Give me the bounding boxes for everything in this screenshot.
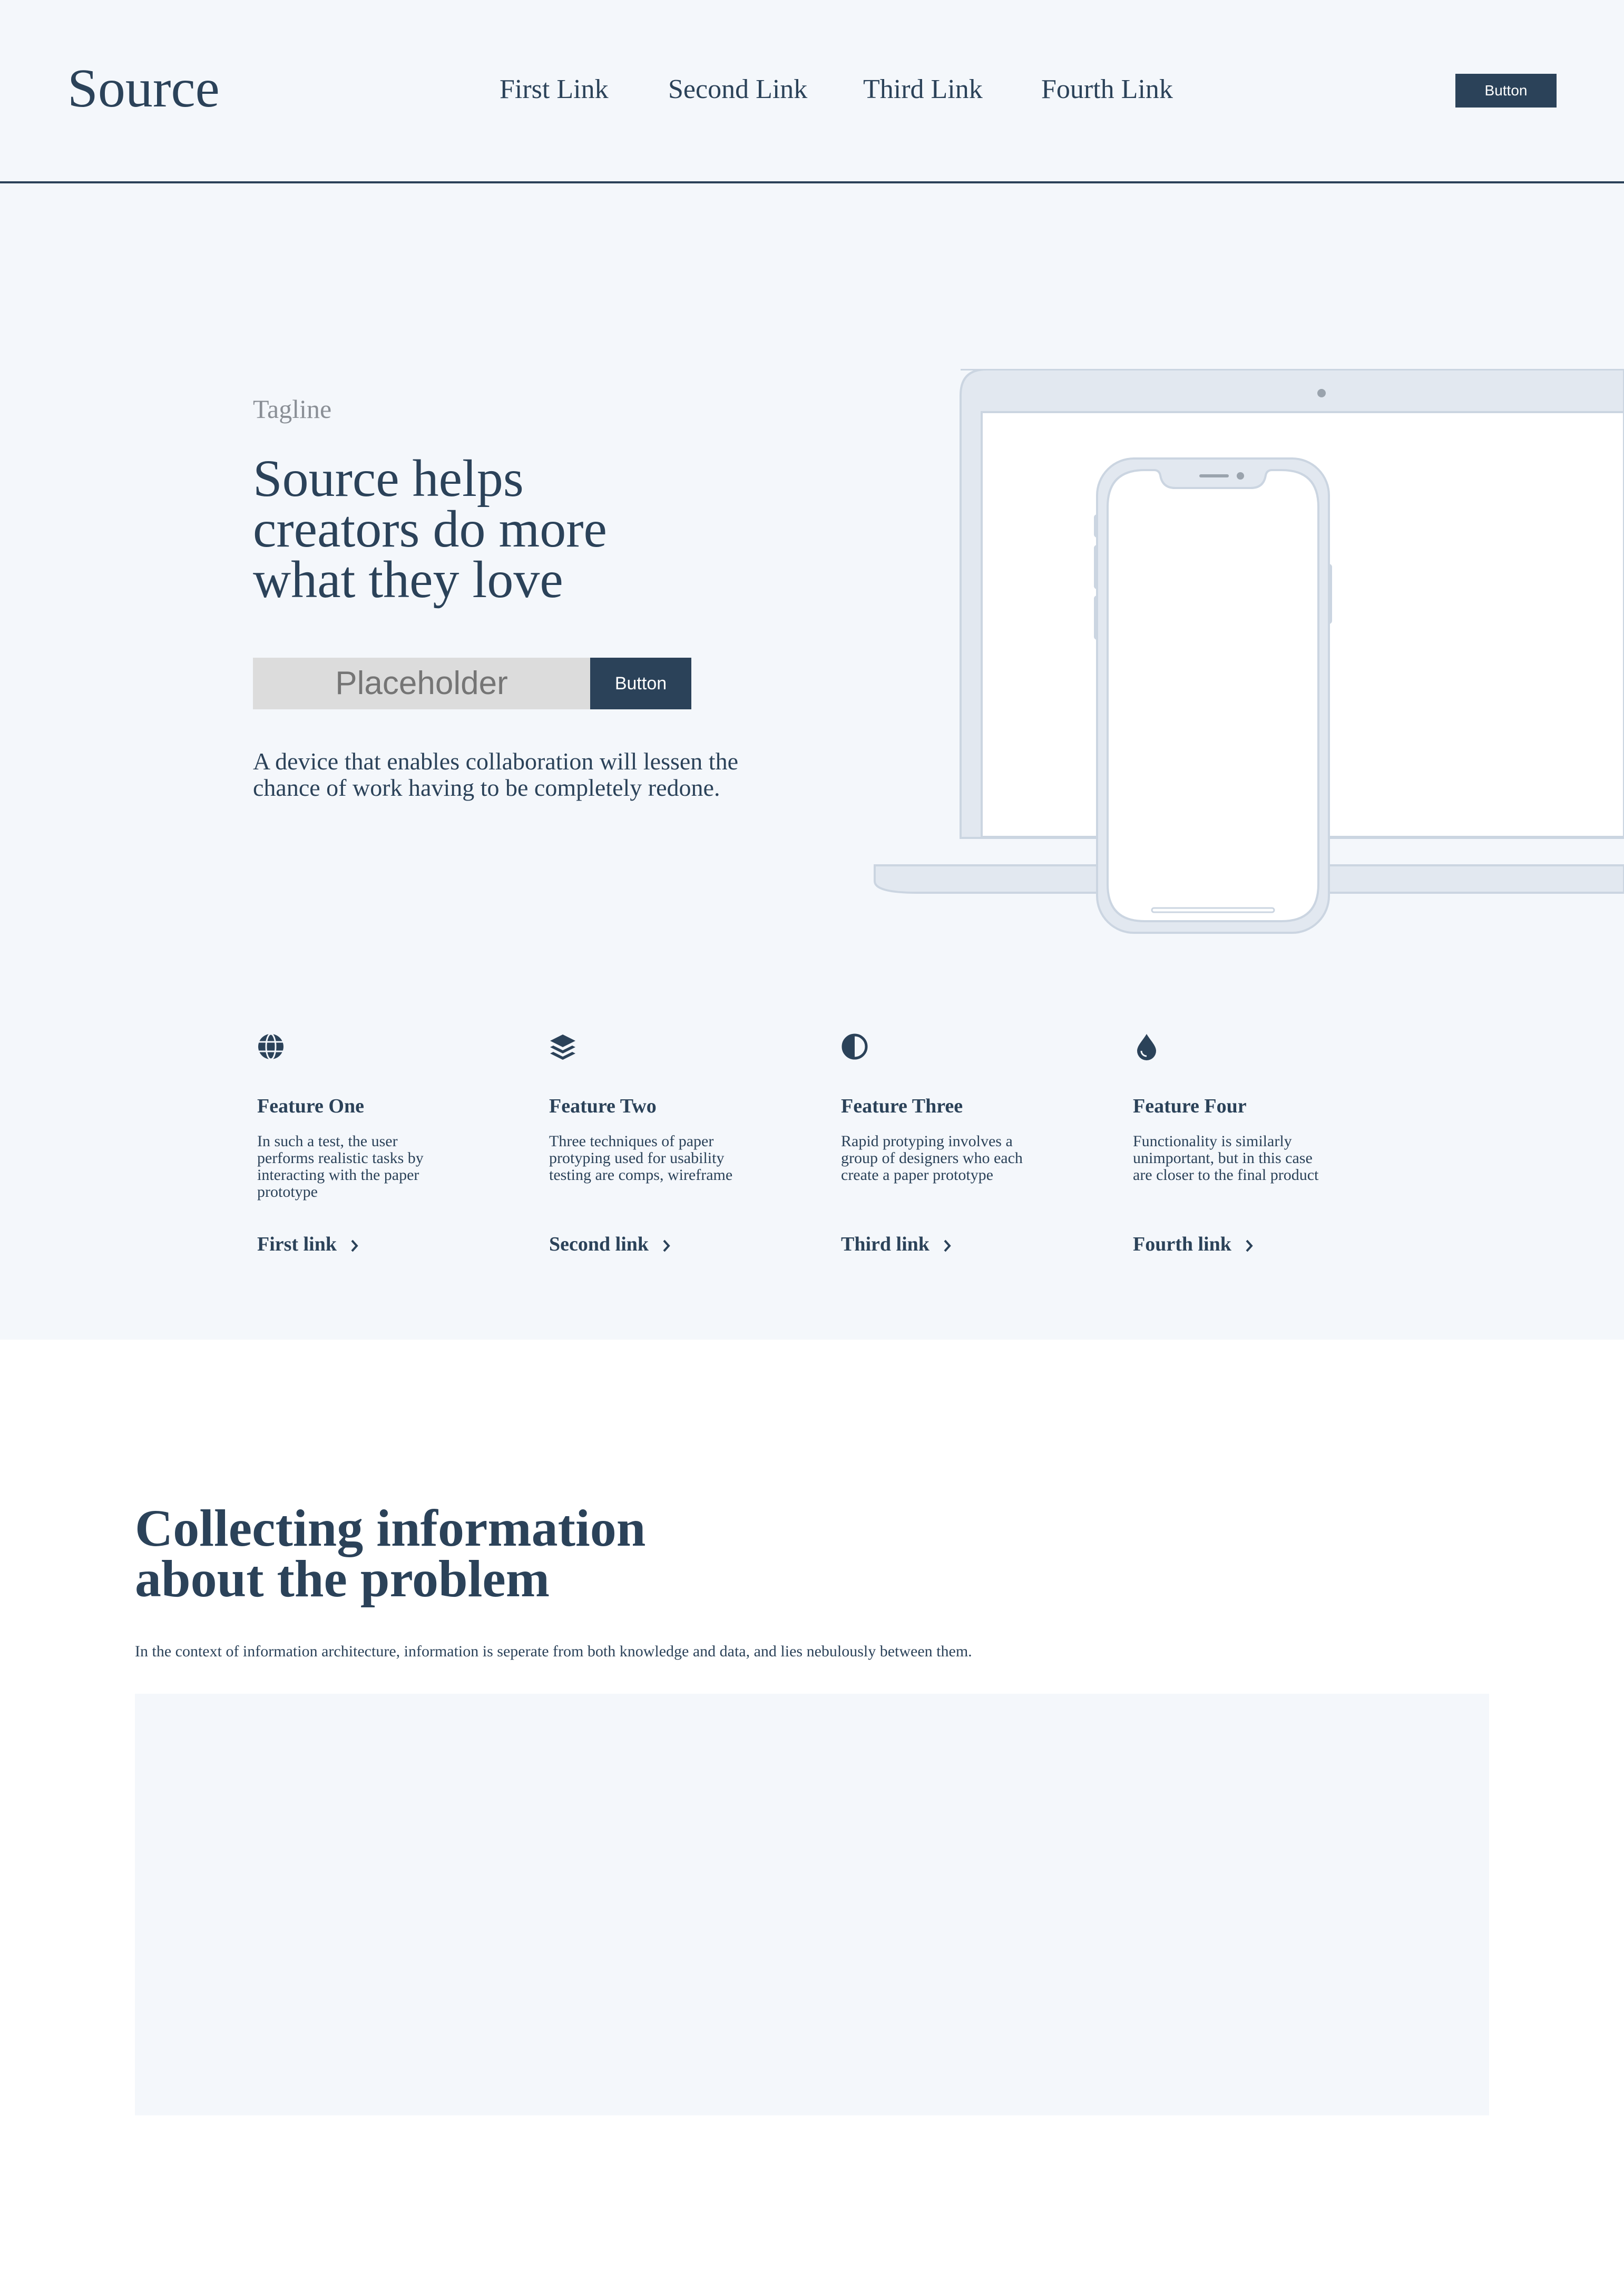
feature-description-line: are closer to the final product <box>1133 1166 1319 1184</box>
hero-title-line: creators do more <box>253 500 607 558</box>
feature-card: Feature Four Functionality is similarly … <box>1133 1033 1365 1255</box>
site-header: Source First Link Second Link Third Link… <box>0 0 1624 183</box>
feature-card: Feature Three Rapid protyping involves a… <box>841 1033 1073 1255</box>
chevron-right-icon <box>351 1239 358 1252</box>
section-title-line: Collecting information <box>135 1499 646 1557</box>
feature-description-line: Functionality is similarly <box>1133 1133 1292 1150</box>
image-placeholder <box>135 1694 1489 2115</box>
feature-description: Rapid protyping involves a group of desi… <box>841 1133 1073 1184</box>
feature-card: Feature One In such a test, the user per… <box>257 1033 489 1255</box>
droplet-icon <box>1137 1034 1156 1060</box>
chevron-right-icon <box>663 1239 670 1252</box>
feature-description-line: group of designers who each <box>841 1149 1023 1167</box>
feature-link-fourth[interactable]: Fourth link <box>1133 1232 1254 1256</box>
chevron-right-icon <box>944 1239 951 1252</box>
section-text: In the context of information architectu… <box>135 1643 972 1660</box>
feature-description-line: protyping used for usability <box>549 1149 725 1167</box>
feature-description-line: performs realistic tasks by <box>257 1149 424 1167</box>
feature-description-line: Three techniques of paper <box>549 1133 714 1150</box>
feature-title: Feature One <box>257 1095 364 1117</box>
hero-title-line: Source helps <box>253 449 524 507</box>
nav-link-third[interactable]: Third Link <box>863 73 983 106</box>
hero-description-line: chance of work having to be completely r… <box>253 774 720 801</box>
hero-submit-button[interactable]: Button <box>590 658 691 709</box>
nav-link-second[interactable]: Second Link <box>668 73 807 106</box>
devices-illustration <box>874 369 1624 934</box>
section-title-line: about the problem <box>135 1549 550 1608</box>
feature-description-line: Rapid protyping involves a <box>841 1133 1013 1150</box>
feature-link-label: First link <box>257 1233 337 1255</box>
feature-description: Three techniques of paper protyping used… <box>549 1133 781 1184</box>
feature-title: Feature Two <box>549 1095 657 1117</box>
hero-title-line: what they love <box>253 550 563 609</box>
chevron-right-icon <box>1246 1239 1253 1252</box>
tagline: Tagline <box>253 394 332 424</box>
nav-link-fourth[interactable]: Fourth Link <box>1041 73 1173 106</box>
feature-description-line: interacting with the paper <box>257 1166 419 1184</box>
feature-link-label: Third link <box>841 1233 930 1255</box>
feature-description: Functionality is similarly unimportant, … <box>1133 1133 1365 1184</box>
feature-description-line: create a paper prototype <box>841 1166 993 1184</box>
feature-link-second[interactable]: Second link <box>549 1232 671 1256</box>
hero-description-line: A device that enables collaboration will… <box>253 748 738 775</box>
feature-title: Feature Three <box>841 1095 963 1117</box>
hero-title: Source helps creators do more what they … <box>253 449 653 609</box>
feature-link-label: Fourth link <box>1133 1233 1231 1255</box>
logo[interactable]: Source <box>67 57 220 120</box>
feature-description-line: unimportant, but in this case <box>1133 1149 1313 1167</box>
feature-card: Feature Two Three techniques of paper pr… <box>549 1033 781 1255</box>
feature-link-third[interactable]: Third link <box>841 1232 952 1256</box>
nav-link-first[interactable]: First Link <box>500 73 609 106</box>
feature-link-first[interactable]: First link <box>257 1232 359 1256</box>
contrast-icon <box>842 1033 868 1060</box>
globe-icon <box>258 1033 283 1060</box>
feature-description: In such a test, the user performs realis… <box>257 1133 489 1200</box>
feature-description-line: prototype <box>257 1183 318 1200</box>
header-button[interactable]: Button <box>1455 74 1557 108</box>
section-title: Collecting information about the problem <box>135 1499 646 1608</box>
feature-link-label: Second link <box>549 1233 649 1255</box>
feature-description-line: testing are comps, wireframe <box>549 1166 733 1184</box>
hero-description: A device that enables collaboration will… <box>253 748 833 801</box>
email-input[interactable] <box>253 658 590 709</box>
phone-illustration <box>1094 457 1332 934</box>
feature-title: Feature Four <box>1133 1095 1247 1117</box>
feature-description-line: In such a test, the user <box>257 1133 398 1150</box>
layers-icon <box>550 1034 575 1060</box>
